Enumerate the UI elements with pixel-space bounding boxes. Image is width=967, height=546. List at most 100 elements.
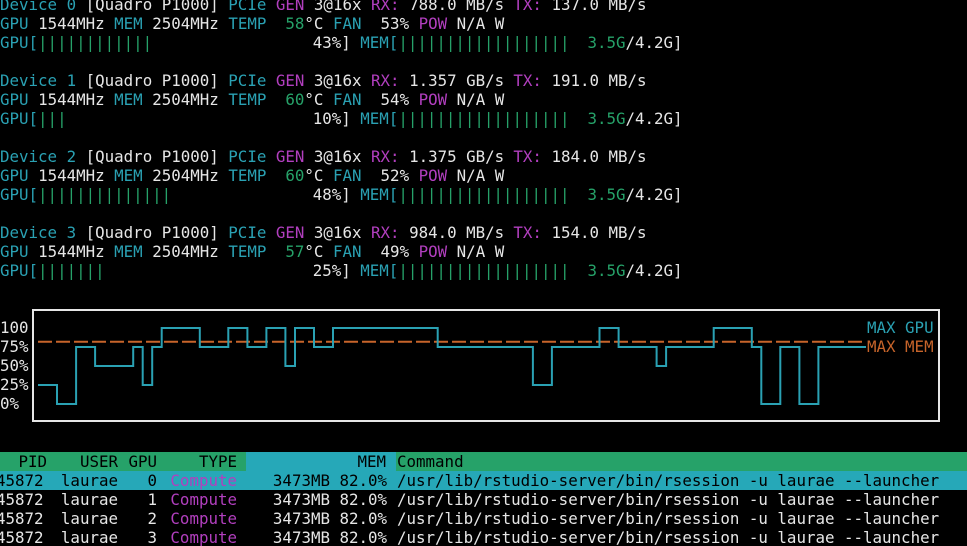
mem-meter-bars: ||||||||||||||||||	[398, 33, 570, 52]
process-mem-mb: 3473MB	[272, 509, 330, 528]
gpu-clock-label: GPU	[0, 14, 29, 33]
mem-meter-label: MEM[	[360, 33, 399, 52]
header-type[interactable]: TYPE	[199, 452, 237, 471]
power-value: N/A W	[456, 166, 505, 185]
device-meter-line: GPU[|||||||||||| 43%] MEM[|||||||||||||||…	[0, 33, 683, 52]
gpu-clock-value: 1544MHz	[38, 90, 105, 109]
header-gpu[interactable]: GPU	[128, 452, 157, 471]
tx-label: TX:	[513, 71, 542, 90]
process-command: /usr/lib/rstudio-server/bin/rsession -u …	[397, 509, 940, 528]
temp-label: TEMP	[228, 166, 267, 185]
gpu-meter-bars: |||	[38, 109, 67, 128]
gpu-meter-percent: 25%]	[312, 261, 351, 280]
mem-meter-used: 3.5G	[587, 33, 626, 52]
rx-value: 1.375 GB/s	[409, 147, 505, 166]
device-header-line: Device 2 [Quadro P1000] PCIe GEN 3@16x R…	[0, 147, 647, 166]
gpu-clock-label: GPU	[0, 166, 29, 185]
process-row[interactable]: 45872 laurae 0 Compute 3473MB 82.0% /usr/lib/r…	[0, 471, 967, 490]
mem-meter-label: MEM[	[360, 261, 399, 280]
legend-entry: MAX GPU	[867, 318, 934, 337]
process-row[interactable]: 45872 laurae 1 Compute 3473MB 82.0% /usr/lib/r…	[0, 490, 967, 509]
header-command[interactable]: Command	[397, 452, 464, 471]
temp-value: 60	[285, 90, 305, 109]
pcie-label: PCIe	[228, 0, 267, 14]
process-mem-percent: 82.0%	[339, 528, 387, 546]
process-mem-percent: 82.0%	[339, 509, 387, 528]
power-label: POW	[418, 14, 448, 33]
rx-value: 984.0 MB/s	[409, 223, 505, 242]
temp-unit: °C	[304, 242, 324, 261]
process-pid: 45872	[0, 528, 44, 546]
process-mem-mb: 3473MB	[272, 471, 330, 490]
device-clock-line: GPU 1544MHz MEM 2504MHz TEMP 58°C FAN 53…	[0, 14, 504, 33]
process-gpu: 3	[147, 528, 157, 546]
mem-meter-total: /4.2G]	[625, 185, 683, 204]
gpu-meter-bars: ||||||||||||||	[38, 185, 172, 204]
mem-clock-value: 2504MHz	[152, 242, 219, 261]
pcie-gen-value: 3@16x	[313, 147, 362, 166]
mem-clock-value: 2504MHz	[152, 166, 219, 185]
process-row[interactable]: 45872 laurae 3 Compute 3473MB 82.0% /usr/lib/r…	[0, 528, 967, 546]
pcie-label: PCIe	[228, 223, 267, 242]
power-label: POW	[418, 166, 448, 185]
fan-label: FAN	[332, 242, 362, 261]
process-mem-percent: 82.0%	[339, 490, 387, 509]
gpu-clock-value: 1544MHz	[38, 242, 105, 261]
device-clock-line: GPU 1544MHz MEM 2504MHz TEMP 60°C FAN 54…	[0, 90, 504, 109]
process-mem-percent: 82.0%	[339, 471, 387, 490]
power-value: N/A W	[456, 242, 505, 261]
y-tick-label: 25%	[0, 375, 29, 394]
memory-utilization-meter: MEM[|||||||||||||||||| 3.5G/4.2G]	[360, 109, 682, 128]
temp-unit: °C	[304, 166, 324, 185]
device-model: [Quadro P1000]	[85, 0, 219, 14]
tx-value: 191.0 MB/s	[551, 71, 647, 90]
device-index: 1	[66, 71, 77, 90]
device-label: Device	[0, 223, 58, 242]
temp-unit: °C	[304, 14, 324, 33]
gpu-utilization-meter: GPU[|||||||||||||| 48%]	[0, 185, 351, 204]
mem-meter-used: 3.5G	[587, 261, 626, 280]
process-pid: 45872	[0, 471, 44, 490]
tx-value: 184.0 MB/s	[551, 147, 647, 166]
fan-label: FAN	[332, 14, 362, 33]
temp-label: TEMP	[228, 14, 267, 33]
gpu-meter-label: GPU[	[0, 33, 39, 52]
pcie-gen-label: GEN	[275, 223, 305, 242]
process-row[interactable]: 45872 laurae 2 Compute 3473MB 82.0% /usr/lib/r…	[0, 509, 967, 528]
mem-meter-used: 3.5G	[587, 109, 626, 128]
process-command: /usr/lib/rstudio-server/bin/rsession -u …	[397, 471, 940, 490]
header-mem[interactable]: MEM	[357, 452, 386, 471]
device-label: Device	[0, 71, 58, 90]
gpu-meter-percent: 43%]	[312, 33, 351, 52]
process-user: laurae	[60, 490, 118, 509]
header-band	[396, 452, 967, 471]
process-type: Compute	[170, 528, 237, 546]
process-pid: 45872	[0, 490, 44, 509]
header-user[interactable]: USER	[80, 452, 118, 471]
gpu-meter-bars: ||||||||||||	[38, 33, 153, 52]
rx-label: RX:	[371, 147, 400, 166]
memory-utilization-meter: MEM[|||||||||||||||||| 3.5G/4.2G]	[360, 33, 682, 52]
temp-label: TEMP	[228, 242, 267, 261]
mem-meter-bars: ||||||||||||||||||	[398, 109, 570, 128]
mem-clock-label: MEM	[114, 90, 143, 109]
gpu-meter-bars: |||||||	[38, 261, 105, 280]
device-header-line: Device 1 [Quadro P1000] PCIe GEN 3@16x R…	[0, 71, 647, 90]
process-type: Compute	[170, 509, 237, 528]
gpu-meter-percent: 10%]	[312, 109, 351, 128]
rx-value: 1.357 GB/s	[409, 71, 505, 90]
process-user: laurae	[60, 471, 118, 490]
device-model: [Quadro P1000]	[85, 147, 219, 166]
gpu-meter-label: GPU[	[0, 109, 39, 128]
process-gpu: 1	[147, 490, 157, 509]
gpu-utilization-meter: GPU[||||||| 25%]	[0, 261, 351, 280]
process-gpu: 0	[147, 471, 157, 490]
mem-meter-label: MEM[	[360, 185, 399, 204]
device-index: 3	[66, 223, 77, 242]
mem-clock-label: MEM	[114, 242, 143, 261]
fan-label: FAN	[332, 166, 362, 185]
fan-value: 49%	[380, 242, 410, 261]
header-pid[interactable]: PID	[18, 452, 47, 471]
y-tick-label: 100	[0, 318, 29, 337]
fan-value: 54%	[380, 90, 410, 109]
